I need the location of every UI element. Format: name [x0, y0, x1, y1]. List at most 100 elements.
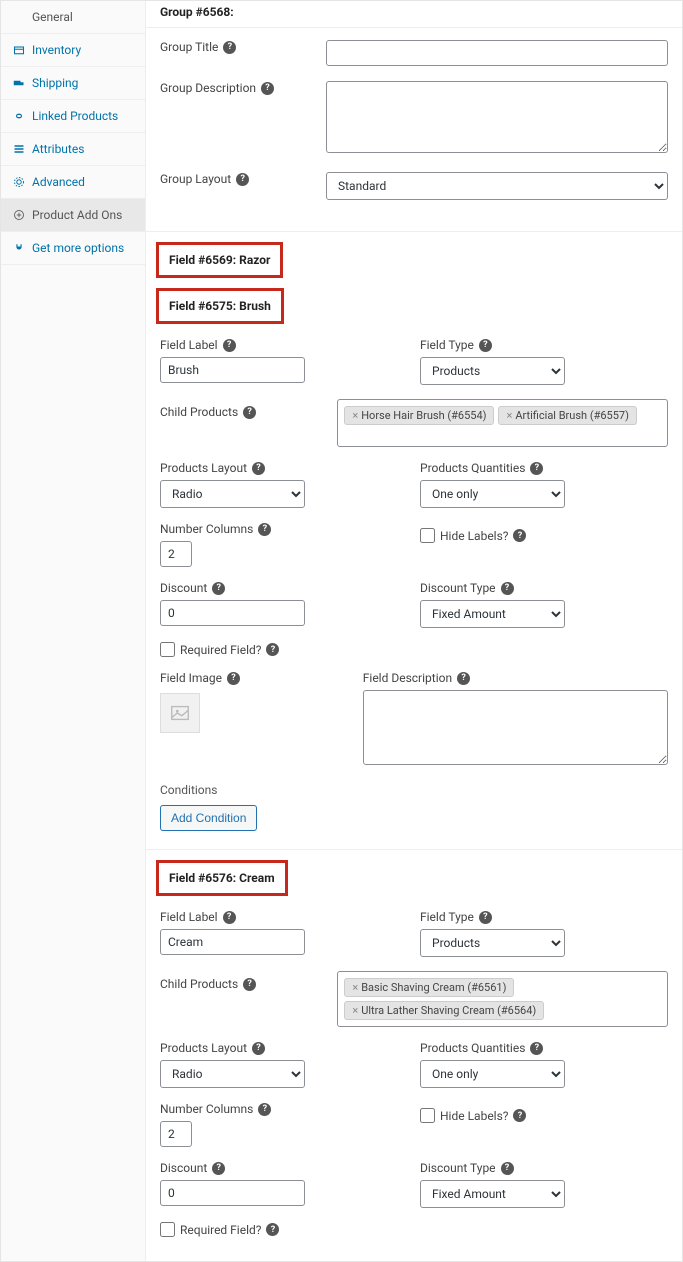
- field-label-label: Field Label: [160, 338, 218, 352]
- products-qty-select[interactable]: One only: [420, 1060, 565, 1088]
- field-desc-label: Field Description: [363, 671, 452, 685]
- help-icon[interactable]: ?: [223, 41, 236, 54]
- products-qty-label: Products Quantities: [420, 1041, 525, 1055]
- discount-type-select[interactable]: Fixed Amount: [420, 600, 565, 628]
- field-type-select[interactable]: Products: [420, 357, 565, 385]
- discount-input[interactable]: [160, 600, 305, 626]
- plug-icon: [13, 242, 25, 254]
- num-columns-input[interactable]: [160, 541, 192, 567]
- field-cream-header[interactable]: Field #6576: Cream: [156, 860, 288, 896]
- chip-artificial-brush[interactable]: ×Artificial Brush (#6557): [498, 406, 636, 425]
- products-layout-label: Products Layout: [160, 1041, 247, 1055]
- group-layout-select[interactable]: Standard: [326, 172, 668, 200]
- products-qty-label: Products Quantities: [420, 461, 525, 475]
- help-icon[interactable]: ?: [530, 1042, 543, 1055]
- help-icon[interactable]: ?: [252, 462, 265, 475]
- group-desc-input[interactable]: [326, 81, 668, 153]
- group-title-input[interactable]: [326, 40, 668, 66]
- list-icon: [13, 143, 25, 155]
- help-icon[interactable]: ?: [223, 339, 236, 352]
- child-products-box[interactable]: ×Horse Hair Brush (#6554) ×Artificial Br…: [337, 399, 668, 447]
- help-icon[interactable]: ?: [513, 1109, 526, 1122]
- hide-labels-label: Hide Labels?: [440, 529, 508, 543]
- truck-icon: [13, 77, 25, 89]
- help-icon[interactable]: ?: [243, 978, 256, 991]
- products-layout-label: Products Layout: [160, 461, 247, 475]
- help-icon[interactable]: ?: [513, 529, 526, 542]
- products-layout-select[interactable]: Radio: [160, 1060, 305, 1088]
- child-products-box[interactable]: ×Basic Shaving Cream (#6561) ×Ultra Lath…: [337, 971, 668, 1027]
- help-icon[interactable]: ?: [530, 462, 543, 475]
- sidebar-item-more-options[interactable]: Get more options: [1, 232, 145, 265]
- plus-circle-icon: [13, 209, 25, 221]
- sidebar-item-attributes[interactable]: Attributes: [1, 133, 145, 166]
- add-condition-button[interactable]: Add Condition: [160, 805, 257, 831]
- child-products-label: Child Products: [160, 977, 238, 991]
- discount-input[interactable]: [160, 1180, 305, 1206]
- help-icon[interactable]: ?: [501, 1162, 514, 1175]
- wrench-icon: [13, 11, 25, 23]
- sidebar-item-inventory[interactable]: Inventory: [1, 34, 145, 67]
- help-icon[interactable]: ?: [266, 1223, 279, 1236]
- chip-basic-cream[interactable]: ×Basic Shaving Cream (#6561): [344, 978, 514, 997]
- field-razor-container: Field #6569: Razor: [146, 232, 682, 278]
- field-label-input[interactable]: [160, 357, 305, 383]
- help-icon[interactable]: ?: [223, 911, 236, 924]
- sidebar-item-advanced[interactable]: Advanced: [1, 166, 145, 199]
- help-icon[interactable]: ?: [266, 643, 279, 656]
- help-icon[interactable]: ?: [479, 339, 492, 352]
- remove-chip-icon[interactable]: ×: [506, 409, 512, 422]
- help-icon[interactable]: ?: [457, 672, 470, 685]
- required-field-checkbox[interactable]: [160, 1222, 175, 1237]
- chip-horse-brush[interactable]: ×Horse Hair Brush (#6554): [344, 406, 494, 425]
- group-title-label: Group Title: [160, 40, 218, 54]
- sidebar-item-product-addons[interactable]: Product Add Ons: [1, 199, 145, 232]
- remove-chip-icon[interactable]: ×: [352, 409, 358, 422]
- num-columns-input[interactable]: [160, 1121, 192, 1147]
- gear-icon: [13, 176, 25, 188]
- help-icon[interactable]: ?: [252, 1042, 265, 1055]
- field-label-input[interactable]: [160, 929, 305, 955]
- field-type-label: Field Type: [420, 910, 474, 924]
- help-icon[interactable]: ?: [501, 582, 514, 595]
- sidebar-item-linked[interactable]: Linked Products: [1, 100, 145, 133]
- help-icon[interactable]: ?: [258, 523, 271, 536]
- discount-type-select[interactable]: Fixed Amount: [420, 1180, 565, 1208]
- field-cream-container: Field #6576: Cream Field Label ? Field T…: [146, 850, 682, 1243]
- field-brush-header[interactable]: Field #6575: Brush: [156, 288, 284, 324]
- help-icon[interactable]: ?: [227, 672, 240, 685]
- help-icon[interactable]: ?: [212, 582, 225, 595]
- hide-labels-checkbox[interactable]: [420, 1108, 435, 1123]
- field-type-label: Field Type: [420, 338, 474, 352]
- field-label-label: Field Label: [160, 910, 218, 924]
- field-image-label: Field Image: [160, 671, 222, 685]
- field-desc-input[interactable]: [363, 690, 668, 765]
- help-icon[interactable]: ?: [258, 1103, 271, 1116]
- field-razor-header[interactable]: Field #6569: Razor: [156, 242, 283, 278]
- help-icon[interactable]: ?: [243, 406, 256, 419]
- box-icon: [13, 44, 25, 56]
- sidebar-item-shipping[interactable]: Shipping: [1, 67, 145, 100]
- help-icon[interactable]: ?: [236, 173, 249, 186]
- hide-labels-checkbox[interactable]: [420, 528, 435, 543]
- products-layout-select[interactable]: Radio: [160, 480, 305, 508]
- sidebar-item-general[interactable]: General: [1, 1, 145, 34]
- field-type-select[interactable]: Products: [420, 929, 565, 957]
- field-image-placeholder[interactable]: [160, 693, 200, 733]
- hide-labels-label: Hide Labels?: [440, 1109, 508, 1123]
- group-desc-label: Group Description: [160, 81, 256, 95]
- remove-chip-icon[interactable]: ×: [352, 981, 358, 994]
- discount-type-label: Discount Type: [420, 1161, 496, 1175]
- chip-ultra-cream[interactable]: ×Ultra Lather Shaving Cream (#6564): [344, 1001, 544, 1020]
- help-icon[interactable]: ?: [261, 82, 274, 95]
- required-field-label: Required Field?: [180, 1223, 261, 1237]
- child-products-label: Child Products: [160, 405, 238, 419]
- sidebar: General Inventory Shipping Linked Produc…: [1, 1, 146, 1261]
- help-icon[interactable]: ?: [479, 911, 492, 924]
- required-field-checkbox[interactable]: [160, 642, 175, 657]
- help-icon[interactable]: ?: [212, 1162, 225, 1175]
- products-qty-select[interactable]: One only: [420, 480, 565, 508]
- num-columns-label: Number Columns: [160, 1102, 253, 1116]
- remove-chip-icon[interactable]: ×: [352, 1004, 358, 1017]
- discount-label: Discount: [160, 1161, 207, 1175]
